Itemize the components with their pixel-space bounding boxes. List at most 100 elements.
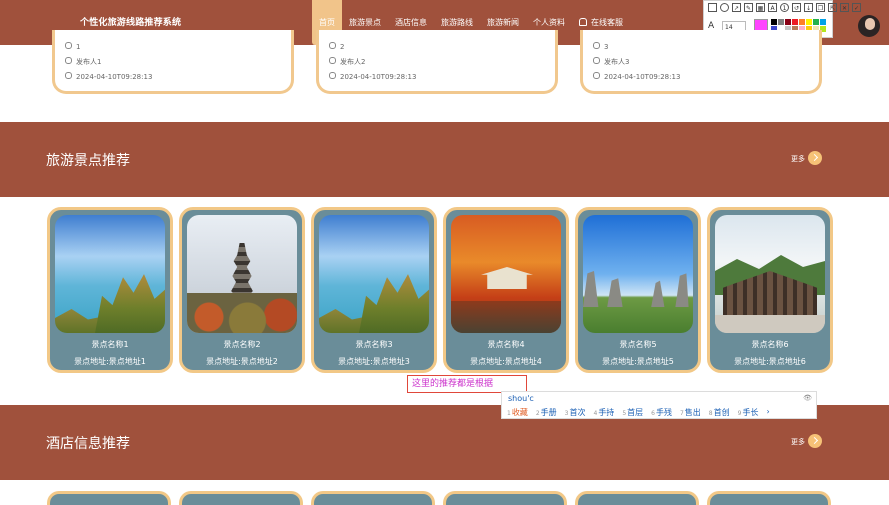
ime-candidate[interactable]: 7售出 — [680, 407, 701, 418]
circle-icon[interactable] — [720, 3, 729, 12]
save-icon[interactable]: ↓ — [804, 3, 813, 12]
attraction-image — [715, 215, 825, 333]
color-swatch[interactable] — [771, 19, 777, 25]
ime-candidate-index: 3 — [564, 410, 569, 417]
color-swatch[interactable] — [820, 19, 826, 25]
text-icon[interactable]: A — [768, 3, 777, 12]
ime-candidate-index: 9 — [737, 410, 742, 417]
bell-icon — [579, 18, 587, 26]
card-publisher: 发布人1 — [65, 57, 101, 67]
pin-icon[interactable]: ⇱ — [828, 3, 837, 12]
annotation-tools: ↗ ✎ ▦ A 1 ↺ ↓ ❐ ⇱ ✕ ✓ — [708, 3, 861, 12]
number-icon[interactable]: 1 — [780, 3, 789, 12]
card-time-value: 2024-04-10T09:28:13 — [76, 73, 153, 81]
ime-candidate-text: 收藏 — [511, 408, 528, 417]
avatar[interactable] — [858, 15, 880, 37]
rectangle-icon[interactable] — [708, 3, 717, 12]
attraction-card-4[interactable]: 景点名称4 景点地址:景点地址4 — [443, 207, 569, 373]
news-card-2[interactable]: 2 发布人2 2024-04-10T09:28:13 — [316, 30, 558, 94]
attraction-card-3[interactable]: 景点名称3 景点地址:景点地址3 — [311, 207, 437, 373]
ime-candidate-index: 7 — [679, 410, 684, 417]
attraction-image — [55, 215, 165, 333]
color-swatch[interactable] — [778, 19, 784, 25]
ime-candidates: 1收藏 2手册 3首次 4手持 5首层 6手残 7售出 8首创 9手长 › — [507, 407, 770, 418]
attraction-name: 景点名称5 — [619, 340, 657, 349]
view-icon — [329, 42, 336, 49]
attraction-address: 景点地址:景点地址2 — [206, 357, 278, 366]
hotel-card-2[interactable] — [179, 491, 303, 505]
attractions-section-header: 旅游景点推荐 更多 — [0, 122, 889, 197]
ime-input: shou'c — [508, 394, 534, 403]
view-icon — [65, 42, 72, 49]
color-swatch[interactable] — [785, 19, 791, 25]
section-title: 旅游景点推荐 — [46, 153, 130, 169]
card-publisher-value: 发布人3 — [604, 58, 630, 66]
attraction-card-5[interactable]: 景点名称5 景点地址:景点地址5 — [575, 207, 701, 373]
user-icon — [593, 57, 600, 64]
attraction-address: 景点地址:景点地址1 — [74, 357, 146, 366]
nav-online-service-label: 在线客服 — [591, 18, 623, 27]
hotel-card-6[interactable] — [707, 491, 831, 505]
ime-candidate-text: 手残 — [655, 408, 672, 417]
copy-icon[interactable]: ❐ — [816, 3, 825, 12]
hotel-card-4[interactable] — [443, 491, 567, 505]
attraction-name: 景点名称2 — [223, 340, 261, 349]
attraction-card-1[interactable]: 景点名称1 景点地址:景点地址1 — [47, 207, 173, 373]
news-card-1[interactable]: 1 发布人1 2024-04-10T09:28:13 — [52, 30, 294, 94]
ime-candidate-index: 5 — [622, 410, 627, 417]
card-count: 2 — [329, 42, 344, 51]
user-icon — [65, 57, 72, 64]
ime-candidate-index: 1 — [507, 410, 511, 417]
hotel-card-1[interactable] — [47, 491, 171, 505]
ime-candidate[interactable]: 4手持 — [593, 407, 614, 418]
ime-candidate-text: 首创 — [713, 408, 730, 417]
card-count: 3 — [593, 42, 608, 51]
attraction-name: 景点名称3 — [355, 340, 393, 349]
ime-candidate[interactable]: 2手册 — [536, 407, 557, 418]
ime-candidate-index: 4 — [593, 410, 598, 417]
ime-candidate-text: 手持 — [598, 408, 615, 417]
eye-icon[interactable]: 👁 — [803, 394, 812, 402]
mosaic-icon[interactable]: ▦ — [756, 3, 765, 12]
arrow-right-icon[interactable] — [808, 151, 822, 165]
ime-candidate[interactable]: 9手长 — [738, 407, 759, 418]
color-swatch[interactable] — [792, 19, 798, 25]
ime-candidate[interactable]: 8首创 — [709, 407, 730, 418]
news-card-3[interactable]: 3 发布人3 2024-04-10T09:28:13 — [580, 30, 822, 94]
arrow-right-icon[interactable] — [808, 434, 822, 448]
card-publisher: 发布人2 — [329, 57, 365, 67]
next-page-icon[interactable]: › — [766, 407, 769, 418]
hotel-card-3[interactable] — [311, 491, 435, 505]
user-icon — [329, 57, 336, 64]
ime-candidate[interactable]: 3首次 — [565, 407, 586, 418]
ime-candidate[interactable]: 6手残 — [651, 407, 672, 418]
color-swatch[interactable] — [806, 19, 812, 25]
ime-candidate-text: 首层 — [627, 408, 644, 417]
more-link[interactable]: 更多 — [791, 437, 805, 447]
section-title: 酒店信息推荐 — [46, 436, 130, 452]
card-time: 2024-04-10T09:28:13 — [593, 72, 680, 81]
cancel-icon[interactable]: ✕ — [840, 3, 849, 12]
attraction-address: 景点地址:景点地址4 — [470, 357, 542, 366]
hotel-card-5[interactable] — [575, 491, 699, 505]
attraction-image — [187, 215, 297, 333]
more-link[interactable]: 更多 — [791, 154, 805, 164]
card-count-value: 1 — [76, 43, 81, 51]
ime-candidate[interactable]: 5首层 — [622, 407, 643, 418]
attraction-image — [451, 215, 561, 333]
color-swatch[interactable] — [813, 19, 819, 25]
arrow-icon[interactable]: ↗ — [732, 3, 741, 12]
attraction-name: 景点名称4 — [487, 340, 525, 349]
attraction-card-6[interactable]: 景点名称6 景点地址:景点地址6 — [707, 207, 833, 373]
pen-icon[interactable]: ✎ — [744, 3, 753, 12]
card-time-value: 2024-04-10T09:28:13 — [604, 73, 681, 81]
card-time-value: 2024-04-10T09:28:13 — [340, 73, 417, 81]
color-swatch[interactable] — [799, 19, 805, 25]
card-count-value: 3 — [604, 43, 609, 51]
site-title[interactable]: 个性化旅游线路推荐系统 — [80, 15, 181, 28]
attraction-card-2[interactable]: 景点名称2 景点地址:景点地址2 — [179, 207, 305, 373]
ime-candidate-text: 手长 — [742, 408, 759, 417]
confirm-icon[interactable]: ✓ — [852, 3, 861, 12]
ime-candidate[interactable]: 1收藏 — [507, 407, 528, 418]
undo-icon[interactable]: ↺ — [792, 3, 801, 12]
